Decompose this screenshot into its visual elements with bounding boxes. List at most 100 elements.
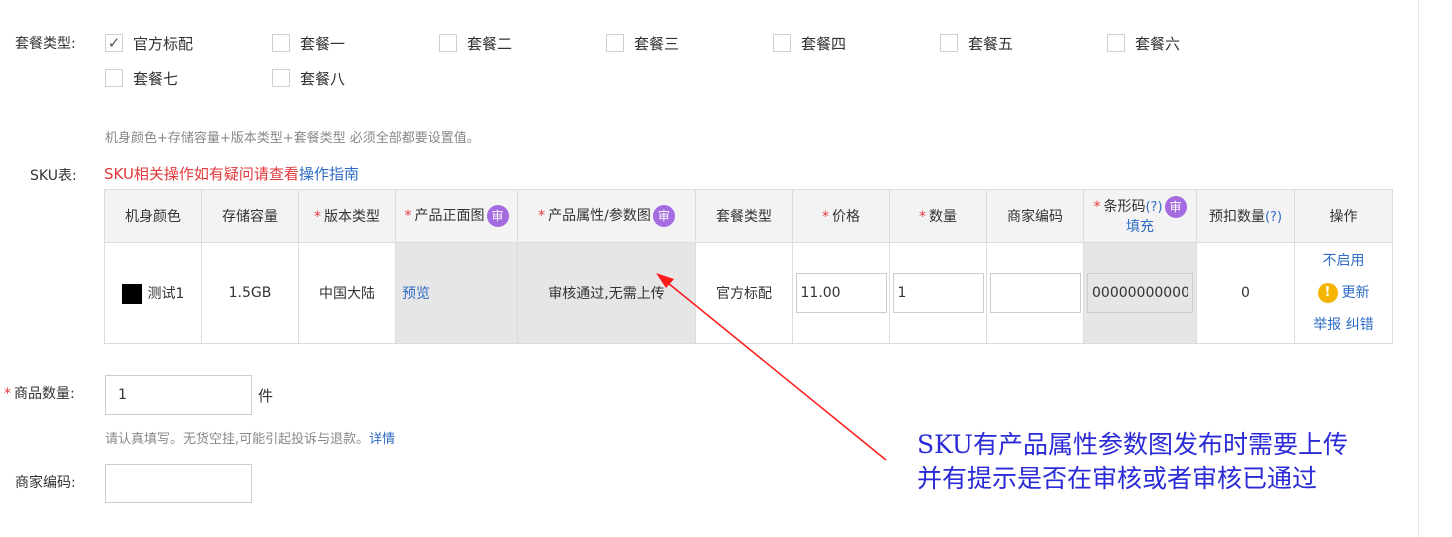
correct-link[interactable]: 纠错 [1346, 317, 1374, 333]
sku-notice-text: SKU相关操作如有疑问请查看 [104, 165, 299, 183]
annotation-line-1: SKU有产品属性参数图发布时需要上传 [917, 430, 1348, 459]
review-badge-icon: 审 [486, 205, 509, 227]
header-param-image: * 产品属性/参数图审 [517, 189, 696, 243]
sku-table-header-row: 机身颜色 存储容量 * 版本类型 * 产品正面图审 * 产品属性/参数图审 套餐类型 … [104, 189, 1393, 243]
color-swatch [121, 283, 142, 304]
header-quantity: * 数量 [889, 189, 987, 243]
update-link[interactable]: 更新 [1342, 285, 1370, 301]
package-option-label: 套餐二 [467, 34, 513, 53]
checkbox-checked-icon[interactable]: ✓ [105, 34, 123, 52]
package-option-label: 套餐四 [801, 34, 847, 53]
details-link[interactable]: 详情 [369, 432, 395, 447]
annotation-line-2: 并有提示是否在审核或者审核已通过 [917, 464, 1318, 493]
sku-table: 机身颜色 存储容量 * 版本类型 * 产品正面图审 * 产品属性/参数图审 套餐类型 … [104, 189, 1393, 344]
required-mark: * [4, 386, 11, 402]
preview-link[interactable]: 预览 [402, 286, 430, 302]
cell-front-image: 预览 [395, 242, 518, 344]
package-option-label: 套餐八 [300, 69, 346, 88]
header-package-type: 套餐类型 [695, 189, 793, 243]
package-option-label: 套餐三 [634, 34, 680, 53]
package-option-label: 套餐六 [1135, 34, 1181, 53]
cell-storage: 1.5GB [201, 242, 299, 344]
header-merchant-code: 商家编码 [986, 189, 1084, 243]
checkbox-icon[interactable] [940, 34, 958, 52]
cell-merchant-code [986, 242, 1084, 344]
price-input[interactable] [795, 273, 887, 313]
checkbox-icon[interactable] [606, 34, 624, 52]
cell-price [792, 242, 890, 344]
header-color: 机身颜色 [104, 189, 202, 243]
package-option-label: 套餐一 [300, 34, 346, 53]
merchant-code-input[interactable] [989, 273, 1081, 313]
header-quantity-label: 数量 [929, 209, 957, 225]
header-actions: 操作 [1294, 189, 1393, 243]
header-version-label: 版本类型 [324, 209, 380, 225]
header-front-image-label: 产品正面图 [414, 208, 485, 224]
barcode-fill-link[interactable]: 填充 [1126, 219, 1154, 235]
review-badge-icon: 审 [652, 205, 675, 227]
package-option-label: 套餐七 [133, 69, 179, 88]
table-row: 测试1 1.5GB 中国大陆 预览 审核通过,无需上传 官方标配 0 不启用 !… [104, 242, 1393, 344]
product-quantity-label: * 商品数量: [4, 383, 75, 403]
quantity-unit: 件 [258, 387, 274, 405]
checkbox-icon[interactable] [272, 34, 290, 52]
required-mark: * [919, 209, 926, 225]
required-mark: * [1093, 198, 1101, 215]
package-hint: 机身颜色+存储容量+版本类型+套餐类型 必须全部都要设置值。 [105, 131, 480, 146]
quantity-hint-text: 请认真填写。无货空挂,可能引起投诉与退款。 [105, 432, 370, 447]
package-option-label: 官方标配 [133, 34, 194, 53]
quantity-hint: 请认真填写。无货空挂,可能引起投诉与退款。详情 [105, 428, 395, 447]
cell-actions: 不启用 ! 更新 举报 纠错 [1294, 242, 1393, 344]
required-mark: * [822, 209, 829, 225]
review-badge-icon: 审 [1164, 195, 1187, 218]
package-option-5[interactable]: 套餐五 [940, 32, 1013, 54]
header-storage: 存储容量 [201, 189, 299, 243]
package-option-7[interactable]: 套餐七 [105, 67, 178, 89]
package-option-3[interactable]: 套餐三 [606, 32, 679, 54]
product-quantity-input[interactable]: 1 [105, 375, 252, 415]
reserve-help-icon[interactable]: (?) [1265, 210, 1282, 225]
package-option-8[interactable]: 套餐八 [272, 67, 345, 89]
merchant-code-field[interactable] [105, 464, 252, 503]
header-version: * 版本类型 [298, 189, 396, 243]
checkbox-icon[interactable] [1107, 34, 1125, 52]
package-option-2[interactable]: 套餐二 [439, 32, 512, 54]
package-option-4[interactable]: 套餐四 [773, 32, 846, 54]
product-quantity-label-text: 商品数量: [14, 386, 75, 402]
cell-reserve: 0 [1196, 242, 1295, 344]
merchant-code-label: 商家编码: [15, 475, 76, 491]
package-option-label: 套餐五 [968, 34, 1014, 53]
header-barcode: * 条形码(?) 审 填充 [1083, 189, 1197, 243]
header-reserve-label: 预扣数量 [1208, 209, 1265, 225]
annotation-text: SKU有产品属性参数图发布时需要上传 并有提示是否在审核或者审核已通过 [917, 428, 1387, 496]
cell-package-type: 官方标配 [695, 242, 793, 344]
package-type-label: 套餐类型: [15, 36, 76, 52]
checkbox-icon[interactable] [773, 34, 791, 52]
package-option-1[interactable]: 套餐一 [272, 32, 345, 54]
required-mark: * [538, 208, 546, 224]
cell-color: 测试1 [104, 242, 202, 344]
barcode-help-icon[interactable]: (?) [1145, 200, 1162, 215]
checkbox-icon[interactable] [272, 69, 290, 87]
cell-barcode [1083, 242, 1197, 344]
guide-link[interactable]: 操作指南 [299, 165, 359, 183]
header-front-image: * 产品正面图审 [395, 189, 518, 243]
report-link[interactable]: 举报 [1313, 317, 1341, 333]
barcode-input [1087, 273, 1193, 313]
header-param-image-label: 产品属性/参数图 [548, 208, 651, 224]
checkbox-icon[interactable] [105, 69, 123, 87]
page-right-border [1418, 0, 1419, 537]
header-barcode-label: 条形码 [1103, 198, 1146, 215]
quantity-input[interactable] [892, 273, 984, 313]
color-value: 测试1 [147, 285, 185, 302]
required-mark: * [314, 209, 321, 225]
cell-version: 中国大陆 [298, 242, 396, 344]
warning-icon: ! [1317, 283, 1338, 303]
checkbox-icon[interactable] [439, 34, 457, 52]
cell-quantity [889, 242, 987, 344]
required-mark: * [404, 208, 412, 224]
header-reserve: 预扣数量(?) [1196, 189, 1295, 243]
package-option-official[interactable]: ✓ 官方标配 [105, 32, 193, 54]
package-option-6[interactable]: 套餐六 [1107, 32, 1180, 54]
disable-link[interactable]: 不启用 [1323, 253, 1365, 269]
